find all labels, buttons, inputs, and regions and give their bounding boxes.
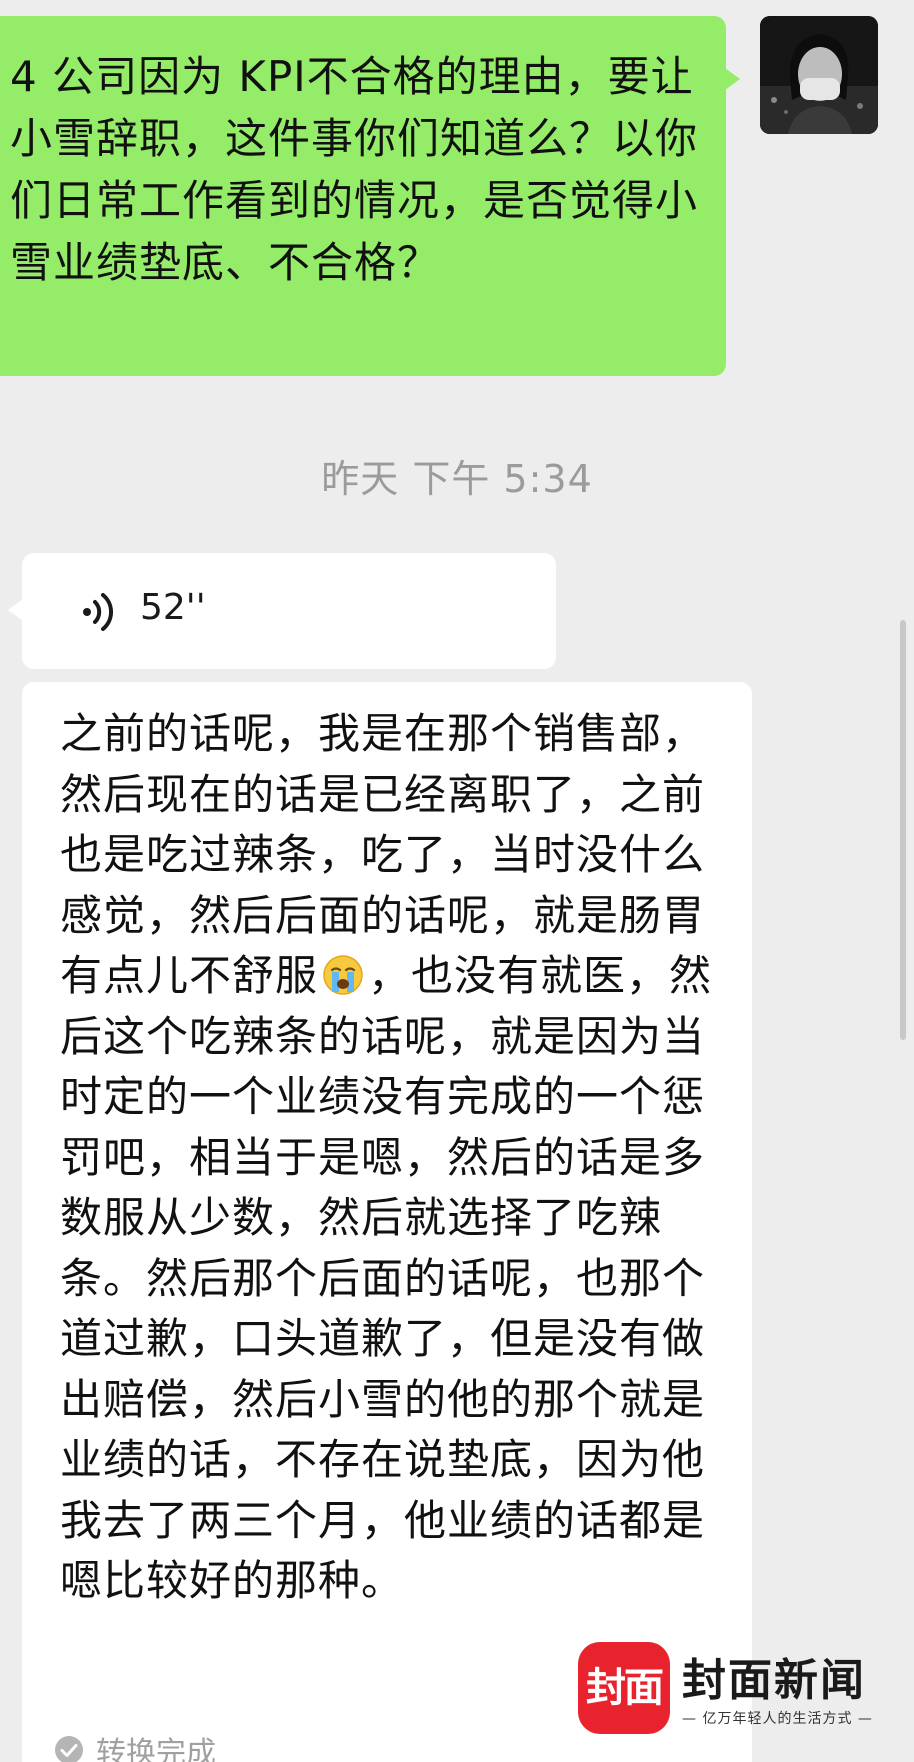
transcript-text-part2: ，也没有就医，然后这个吃辣条的话呢，就是因为当时定的一个业绩没有完成的一个惩罚吧…	[60, 951, 713, 1605]
sent-message-bubble[interactable]: 4 公司因为 KPI不合格的理由，要让小雪辞职，这件事你们知道么？以你们日常工作…	[0, 16, 740, 376]
watermark-slogan: — 亿万年轻人的生活方式 —	[682, 1711, 873, 1727]
voice-transcript-bubble[interactable]: 之前的话呢，我是在那个销售部，然后现在的话是已经离职了，之前也是吃过辣条，吃了，…	[22, 682, 752, 1762]
message-timestamp: 昨天 下午 5:34	[321, 457, 593, 501]
contact-avatar[interactable]	[760, 16, 878, 134]
watermark-logo-badge: 封面	[578, 1642, 670, 1734]
transcript-status: 转换完成	[54, 1728, 216, 1762]
voice-duration: 52''	[140, 587, 206, 628]
crying-face-icon	[323, 955, 363, 995]
check-circle-icon	[55, 1736, 83, 1762]
sent-message-text: 4 公司因为 KPI不合格的理由，要让小雪辞职，这件事你们知道么？以你们日常工作…	[10, 52, 699, 287]
avatar-photo	[760, 16, 878, 134]
news-watermark: 封面 封面新闻 — 亿万年轻人的生活方式 —	[578, 1642, 898, 1738]
watermark-brand-name: 封面新闻	[682, 1655, 866, 1706]
voice-wave-icon	[83, 593, 114, 631]
voice-message-bubble[interactable]: 52''	[8, 553, 556, 669]
transcript-status-text: 转换完成	[96, 1736, 216, 1762]
scrollbar[interactable]	[900, 620, 906, 1040]
transcript-text: 之前的话呢，我是在那个销售部，然后现在的话是已经离职了，之前也是吃过辣条，吃了，…	[60, 704, 716, 1612]
